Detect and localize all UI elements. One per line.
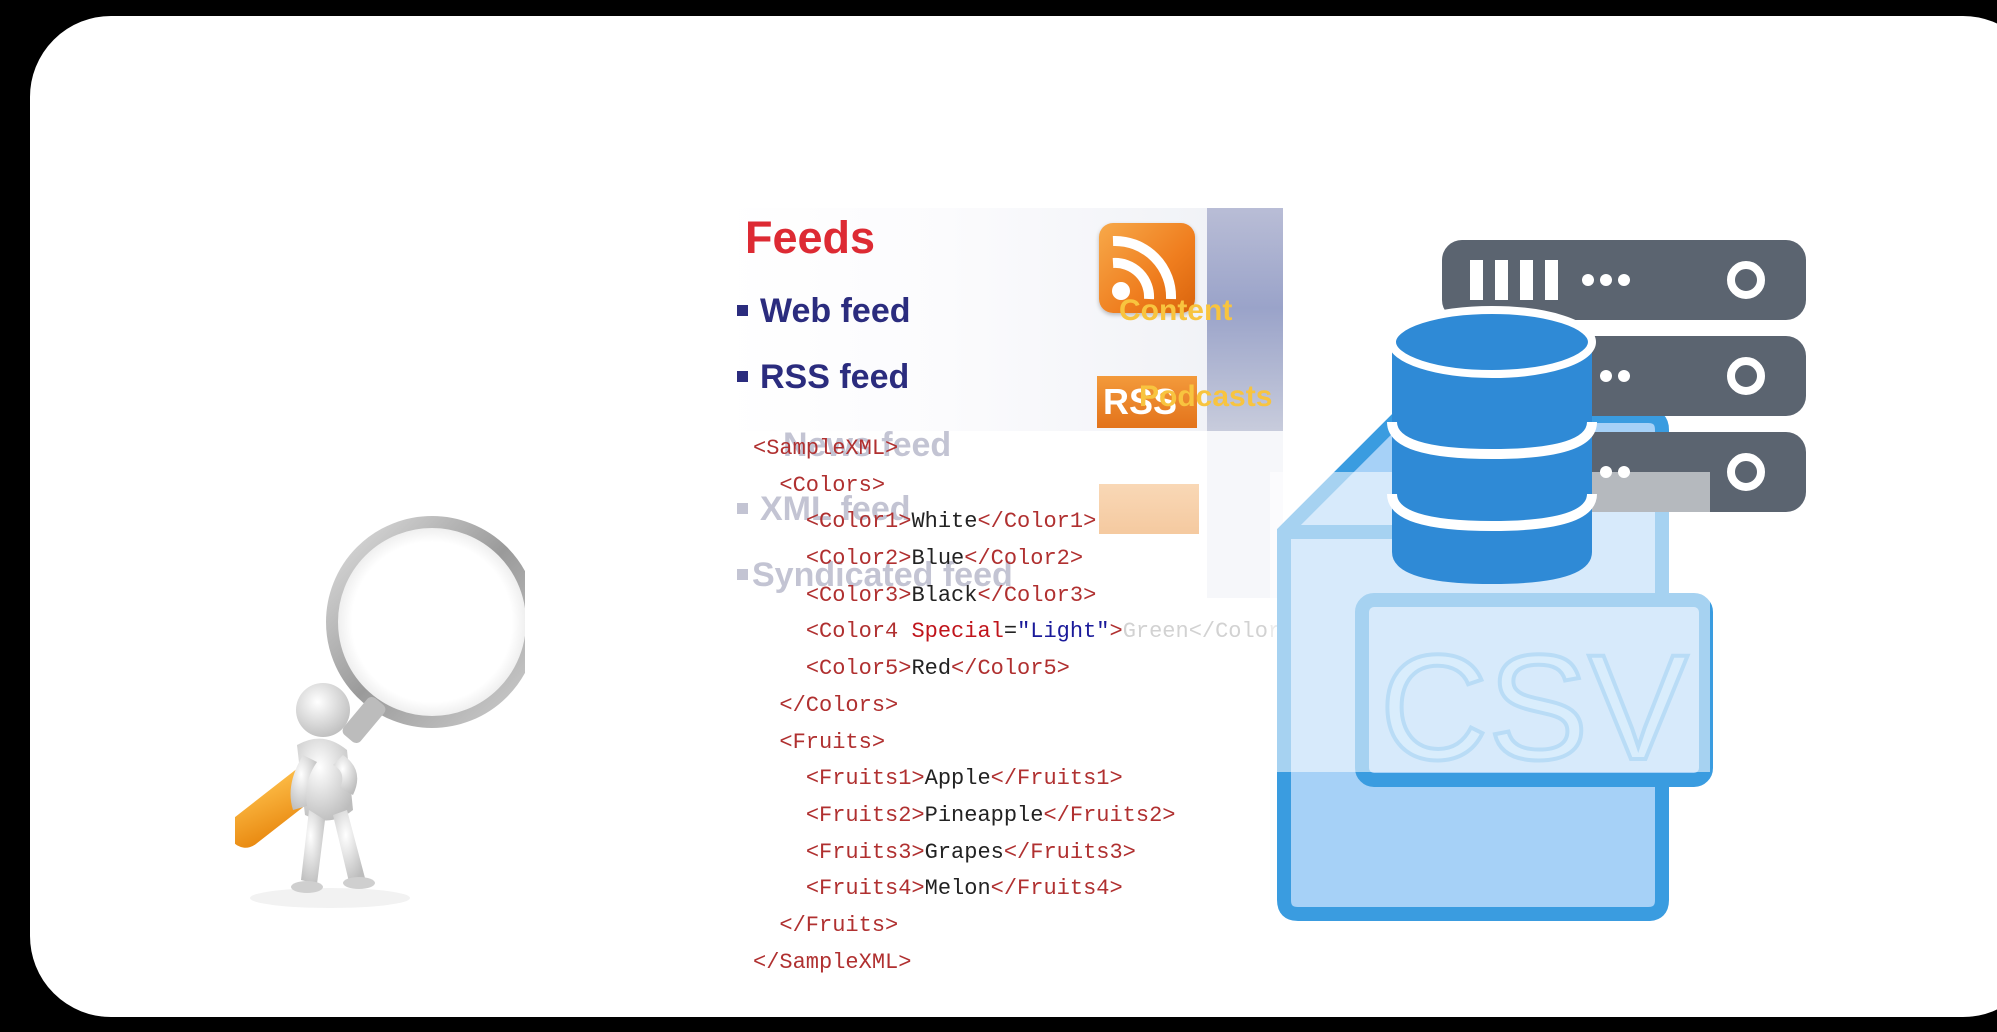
xml-open-tag: </SampleXML> (753, 949, 912, 975)
xml-line: <Colors> (753, 468, 1308, 505)
feed-item-label: Web feed (760, 292, 911, 330)
feeds-title: Feeds (745, 212, 876, 263)
xml-close-tag: </Fruits2> (1043, 802, 1176, 828)
xml-text: Melon (924, 876, 991, 902)
xml-text: Red (911, 656, 952, 682)
xml-open-tag: </Fruits> (779, 912, 899, 938)
xml-open-tag: <Fruits3> (805, 839, 925, 865)
bullet-icon (737, 304, 748, 316)
xml-line: </SampleXML> (753, 945, 1308, 982)
xml-open-tag: <Color2> (805, 546, 912, 572)
xml-line: <Fruits1>Apple</Fruits1> (753, 761, 1308, 798)
xml-open-tag: <Colors> (779, 472, 886, 498)
xml-attr-value: "Light" (1017, 619, 1110, 645)
xml-open-tag-end: > (1109, 619, 1123, 645)
xml-close-tag: </Color1> (977, 509, 1097, 535)
xml-close-tag: </Color5> (951, 656, 1070, 682)
database-icon (1387, 306, 1597, 584)
xml-text: Apple (924, 766, 991, 792)
xml-open-tag: <Color4 (805, 619, 912, 645)
xml-open-tag: </Colors> (779, 692, 899, 718)
overlay-word-podcasts: Podcasts (1139, 380, 1273, 413)
xml-text: Green (1122, 619, 1189, 645)
xml-open-tag: <Fruits2> (805, 802, 925, 828)
xml-text: Pineapple (924, 802, 1044, 828)
csv-label: CSV (1380, 623, 1688, 791)
xml-code-sample: <SampleXML> <Colors> <Color1>White</Colo… (753, 431, 1308, 981)
xml-equals: = (1003, 619, 1018, 645)
server-database-csv-illustration: CSV (1270, 240, 1806, 921)
bullet-icon (737, 568, 748, 580)
bullet-icon (737, 502, 748, 514)
feed-item-web: Web feed (737, 292, 911, 331)
xml-close-tag: </Color2> (964, 546, 1084, 572)
xml-line: </Colors> (753, 688, 1308, 725)
xml-line: <Color5>Red</Color5> (753, 651, 1308, 688)
xml-open-tag: <Color1> (805, 509, 912, 535)
xml-close-tag: </Fruits1> (990, 766, 1123, 792)
xml-open-tag: <Fruits1> (805, 766, 925, 792)
xml-line: <Fruits> (753, 725, 1308, 762)
xml-open-tag: <Fruits4> (805, 876, 925, 902)
bullet-icon (737, 370, 748, 382)
xml-open-tag: <Color3> (805, 582, 912, 608)
xml-attr-name: Special (911, 619, 1004, 645)
xml-close-tag: </Fruits3> (1003, 839, 1136, 865)
xml-text: Grapes (924, 839, 1004, 865)
xml-line: <Fruits3>Grapes</Fruits3> (753, 835, 1308, 872)
xml-line: <Color3>Black</Color3> (753, 578, 1308, 615)
xml-line: <Fruits4>Melon</Fruits4> (753, 871, 1308, 908)
xml-line: <SampleXML> (753, 431, 1308, 468)
xml-close-tag: </Color3> (977, 582, 1097, 608)
xml-open-tag: <SampleXML> (753, 436, 899, 461)
xml-line: <Color1>White</Color1> (753, 504, 1308, 541)
xml-text: Blue (911, 546, 965, 572)
overlay-word-content: Content (1119, 294, 1233, 327)
xml-line: <Color2>Blue</Color2> (753, 541, 1308, 578)
magnifier-icon (228, 516, 538, 908)
xml-open-tag: <Color5> (805, 656, 912, 682)
feed-item-label: RSS feed (760, 358, 910, 396)
xml-open-tag: <Fruits> (779, 729, 886, 755)
xml-close-tag: </Fruits4> (990, 876, 1123, 902)
xml-line: <Color4 Special="Light">Green</Color4> (753, 614, 1308, 651)
xml-line: </Fruits> (753, 908, 1308, 945)
feed-item-rss: RSS feed (737, 358, 909, 397)
xml-text: Black (911, 582, 978, 608)
person-with-magnifier-illustration (228, 510, 538, 930)
xml-line: <Fruits2>Pineapple</Fruits2> (753, 798, 1308, 835)
xml-text: White (911, 509, 978, 535)
